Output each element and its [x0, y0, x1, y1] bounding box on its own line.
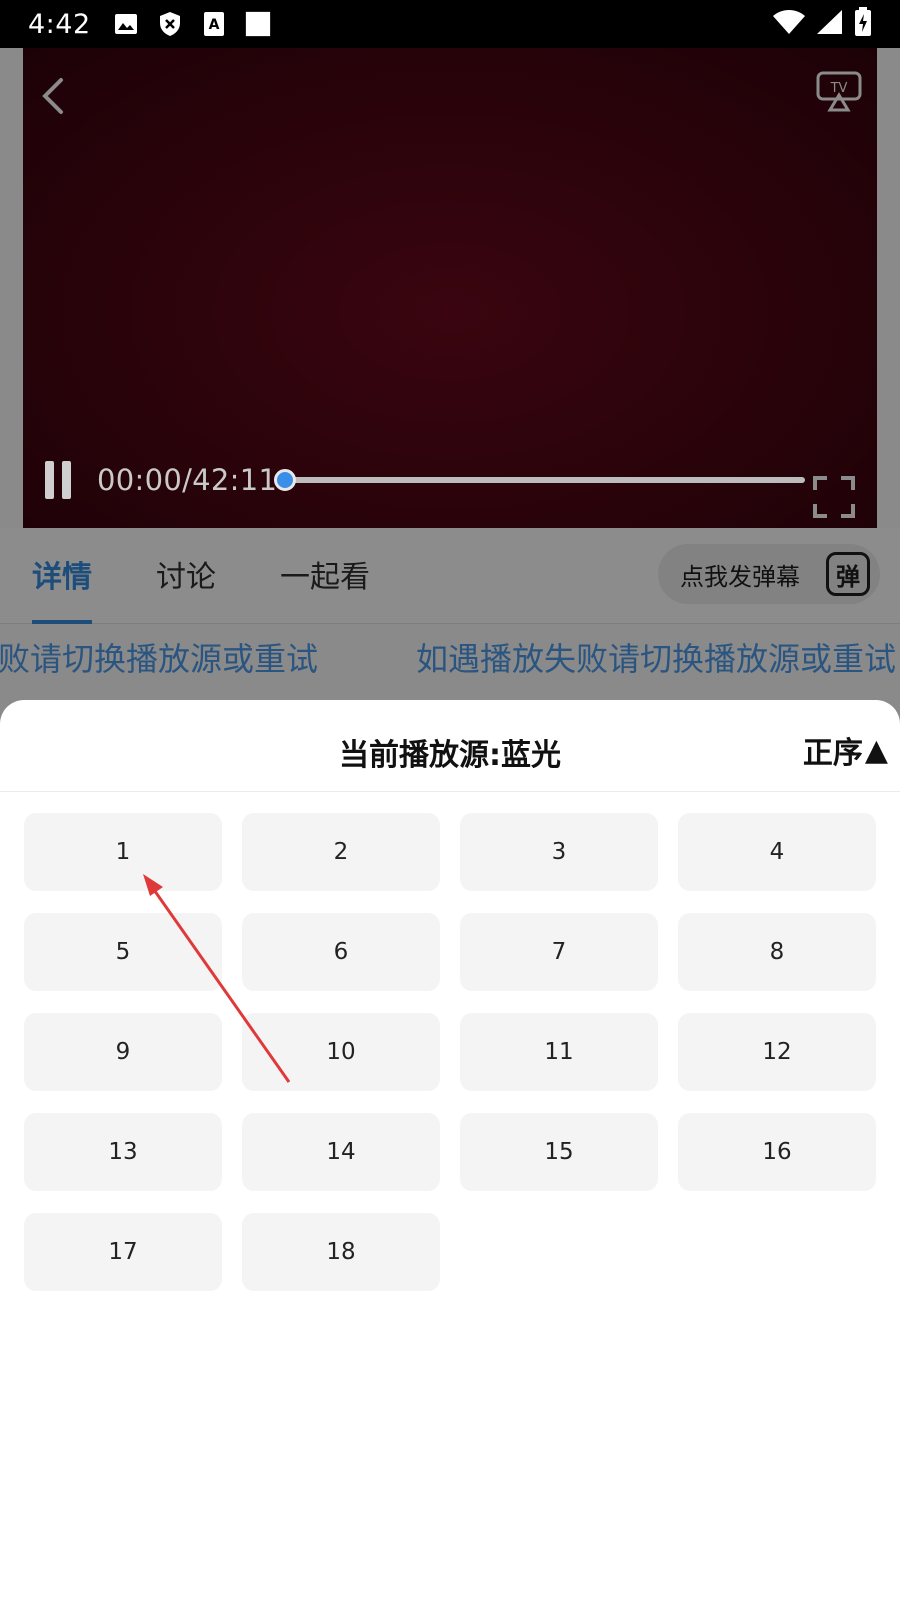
episode-button[interactable]: 17: [24, 1213, 222, 1291]
danmaku-placeholder: 点我发弹幕: [680, 562, 800, 591]
image-icon: [113, 11, 139, 37]
battery-charging-icon: [854, 7, 872, 41]
tabs-row: 详情 讨论 一起看 点我发弹幕 弹: [0, 528, 900, 624]
episode-button[interactable]: 16: [678, 1113, 876, 1191]
svg-text:A: A: [208, 17, 219, 33]
episode-button[interactable]: 9: [24, 1013, 222, 1091]
episode-button[interactable]: 2: [242, 813, 440, 891]
episode-button[interactable]: 10: [242, 1013, 440, 1091]
video-player[interactable]: TV 00:00/42:11: [23, 48, 877, 528]
fullscreen-icon[interactable]: [813, 476, 855, 518]
tab-watch-together[interactable]: 一起看: [280, 552, 370, 596]
episode-button[interactable]: 7: [460, 913, 658, 991]
episode-button[interactable]: 15: [460, 1113, 658, 1191]
episode-button[interactable]: 11: [460, 1013, 658, 1091]
progress-bar[interactable]: [274, 469, 806, 491]
shield-icon: [157, 11, 183, 37]
status-icons-left: A: [113, 11, 271, 37]
pause-icon[interactable]: [45, 461, 75, 499]
episode-sheet: 当前播放源:蓝光 正序 ▲ 1 2 3 4 5 6 7 8 9 10 11 12 13 14 15 16 17 1…: [0, 700, 900, 1600]
sort-label: 正序: [802, 736, 863, 771]
signal-icon: [816, 9, 844, 39]
episode-button[interactable]: 13: [24, 1113, 222, 1191]
episode-button[interactable]: 14: [242, 1113, 440, 1191]
sheet-header: 当前播放源:蓝光 正序 ▲: [0, 700, 900, 792]
episode-button[interactable]: 1: [24, 813, 222, 891]
episode-button[interactable]: 5: [24, 913, 222, 991]
episode-button[interactable]: 18: [242, 1213, 440, 1291]
tab-details[interactable]: 详情: [32, 552, 92, 596]
status-icons-right: [772, 7, 872, 41]
notice-text-left: 败请切换播放源或重试: [0, 640, 319, 678]
episode-button[interactable]: 12: [678, 1013, 876, 1091]
notice-text-right: 如遇播放失败请切换播放源或重试: [416, 640, 897, 678]
status-time: 4:42: [28, 8, 91, 40]
sheet-title: 当前播放源:蓝光: [339, 738, 561, 773]
episode-button[interactable]: 6: [242, 913, 440, 991]
sort-up-icon: ▲: [864, 732, 888, 768]
square-icon: [245, 11, 271, 37]
status-bar: 4:42 A: [0, 0, 900, 48]
font-icon: A: [201, 11, 227, 37]
episode-button[interactable]: 3: [460, 813, 658, 891]
episode-grid: 1 2 3 4 5 6 7 8 9 10 11 12 13 14 15 16 17 18: [24, 813, 876, 1291]
time-readout: 00:00/42:11: [97, 463, 278, 497]
danmaku-icon[interactable]: 弹: [826, 552, 870, 596]
tv-cast-icon[interactable]: TV: [815, 70, 863, 114]
progress-knob[interactable]: [274, 469, 297, 491]
sort-toggle-button[interactable]: 正序 ▲: [803, 728, 888, 772]
episode-button[interactable]: 8: [678, 913, 876, 991]
wifi-icon: [772, 9, 806, 39]
danmaku-input[interactable]: 点我发弹幕 弹: [658, 544, 880, 604]
notice-marquee: 败请切换播放源或重试 如遇播放失败请切换播放源或重试: [0, 624, 900, 690]
episode-button[interactable]: 4: [678, 813, 876, 891]
player-controls: 00:00/42:11: [23, 450, 877, 510]
tab-discussion[interactable]: 讨论: [156, 552, 216, 596]
back-arrow-icon[interactable]: [35, 76, 75, 116]
